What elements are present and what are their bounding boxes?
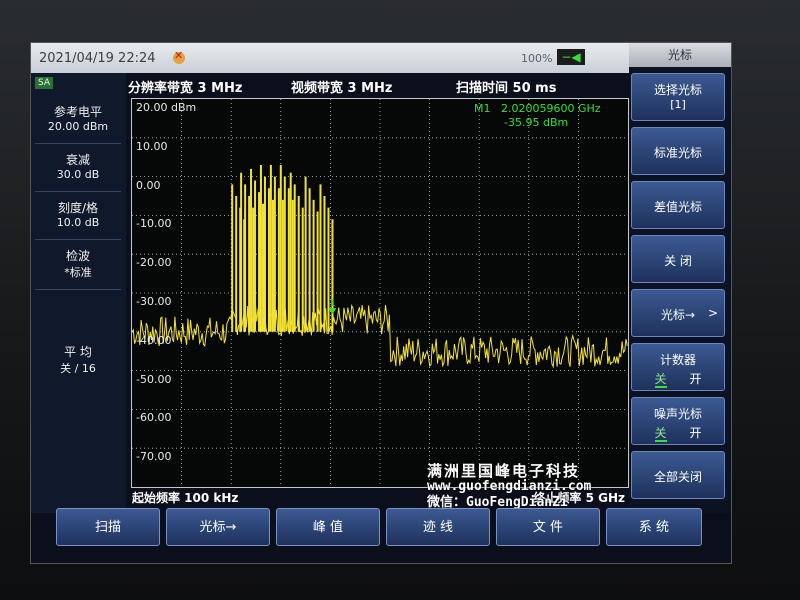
select-marker-label: 选择光标 <box>653 83 702 97</box>
detector-value: *标准 <box>64 266 92 279</box>
delta-marker-button[interactable]: 差值光标 <box>631 181 725 229</box>
status-bar: 2021/04/19 22:24 100% −◀ <box>31 43 629 73</box>
select-marker-sub: [1] <box>670 98 686 111</box>
battery-level: 100% <box>521 52 553 65</box>
mode-badge: SA <box>35 77 54 89</box>
delta-marker-label: 差值光标 <box>653 200 702 214</box>
y-tick-label: -40.00 <box>136 333 172 347</box>
noise-marker-label: 噪声光标 <box>653 407 702 421</box>
atten-value: 30.0 dB <box>56 168 100 181</box>
analyzer-screen: 2021/04/19 22:24 100% −◀ SA 参考电平 20.00 d… <box>30 42 732 564</box>
ref-level-value: 20.00 dBm <box>47 120 109 133</box>
scale-item[interactable]: 刻度/格 10.0 dB <box>35 199 121 240</box>
marker-readout: M1 2.020059600 GHz -35.95 dBm <box>474 102 601 130</box>
menu-title: 光标 <box>629 43 731 67</box>
watermark: 满洲里国峰电子科技 www.guofengdianzi.com 微信：GuoFe… <box>427 463 591 511</box>
file-key[interactable]: 文 件 <box>496 508 600 546</box>
y-tick-label: 20.00 dBm <box>136 101 197 114</box>
atten-item[interactable]: 衰减 30.0 dB <box>35 151 121 192</box>
sweep-settings: 分辨率带宽 3 MHz 视频带宽 3 MHz 扫描时间 50 ms <box>126 77 631 97</box>
y-tick-label: 10.00 <box>136 139 168 153</box>
y-tick-label: -30.00 <box>136 295 172 308</box>
watermark-company: 满洲里国峰电子科技 <box>427 462 581 480</box>
ref-level-item[interactable]: 参考电平 20.00 dBm <box>35 103 121 144</box>
marker-off-label: 关 闭 <box>664 254 692 268</box>
marker-level: -35.95 dBm <box>504 116 569 129</box>
counter-onoff: 关 开 <box>632 370 724 388</box>
y-tick-label: 0.00 <box>136 178 161 192</box>
spectrum-plot[interactable]: 1 20.00 dBm 10.00 0.00 -10.00 -20.00 -30.00 -4… <box>131 98 629 488</box>
spectrum-svg: 1 <box>132 99 628 487</box>
power-plug-icon: −◀ <box>557 49 585 65</box>
normal-marker-button[interactable]: 标准光标 <box>631 127 725 175</box>
bottom-key-bar: 扫描 光标→ 峰 值 迹 线 文 件 系 统 <box>20 508 720 552</box>
average-value: 关 / 16 <box>60 362 96 375</box>
detector-item[interactable]: 检波 *标准 <box>35 247 121 290</box>
ref-level-label: 参考电平 <box>53 105 102 119</box>
marker-tag: 1 <box>329 298 335 309</box>
y-tick-label: -50.00 <box>136 372 172 386</box>
counter-label: 计数器 <box>659 353 696 367</box>
scale-label: 刻度/格 <box>57 201 99 215</box>
scale-value: 10.0 dB <box>56 216 100 229</box>
date-time: 2021/04/19 22:24 <box>39 51 156 66</box>
y-tick-label: -70.00 <box>136 450 172 464</box>
sweep-key[interactable]: 扫描 <box>56 508 160 546</box>
chevron-right-icon: > <box>707 306 718 320</box>
vbw-readout: 视频带宽 3 MHz <box>291 81 393 96</box>
y-tick-label: -10.00 <box>136 217 172 231</box>
system-key[interactable]: 系 统 <box>606 508 702 546</box>
watermark-url: www.guofengdianzi.com <box>427 479 592 494</box>
average-item[interactable]: 平 均 关 / 16 <box>35 343 121 393</box>
peak-key[interactable]: 峰 值 <box>276 508 380 546</box>
counter-on-option: 开 <box>689 372 702 386</box>
average-label: 平 均 <box>64 345 92 359</box>
counter-toggle[interactable]: 计数器 关 开 <box>631 343 725 391</box>
sweep-time-readout: 扫描时间 50 ms <box>456 81 557 96</box>
counter-off-option: 关 <box>654 372 667 388</box>
detector-label: 检波 <box>65 249 90 263</box>
atten-label: 衰减 <box>65 153 90 167</box>
left-panel: SA 参考电平 20.00 dBm 衰减 30.0 dB 刻度/格 10.0 d… <box>31 73 126 513</box>
marker-freq: 2.020059600 GHz <box>501 102 601 115</box>
all-off-label: 全部关闭 <box>653 470 702 484</box>
y-tick-label: -20.00 <box>136 256 172 270</box>
marker-to-button[interactable]: 光标→ > <box>631 289 725 337</box>
noise-off-option: 关 <box>654 426 667 442</box>
softkey-menu: 光标 选择光标 [1] 标准光标 差值光标 关 闭 光标→ > 计数器 关 开 … <box>629 43 731 513</box>
select-marker-button[interactable]: 选择光标 [1] <box>631 73 725 121</box>
marker-name: M1 <box>474 102 491 115</box>
noise-on-option: 开 <box>689 426 702 440</box>
marker-to-key[interactable]: 光标→ <box>166 508 270 546</box>
rbw-readout: 分辨率带宽 3 MHz <box>128 81 243 96</box>
all-off-button[interactable]: 全部关闭 <box>631 451 725 499</box>
y-tick-label: -60.00 <box>136 411 172 425</box>
noise-onoff: 关 开 <box>632 424 724 442</box>
start-freq: 起始频率 100 kHz <box>132 491 239 505</box>
marker-off-button[interactable]: 关 闭 <box>631 235 725 283</box>
noise-marker-toggle[interactable]: 噪声光标 关 开 <box>631 397 725 445</box>
trace-key[interactable]: 迹 线 <box>386 508 490 546</box>
normal-marker-label: 标准光标 <box>653 146 702 160</box>
warning-icon <box>173 49 185 64</box>
